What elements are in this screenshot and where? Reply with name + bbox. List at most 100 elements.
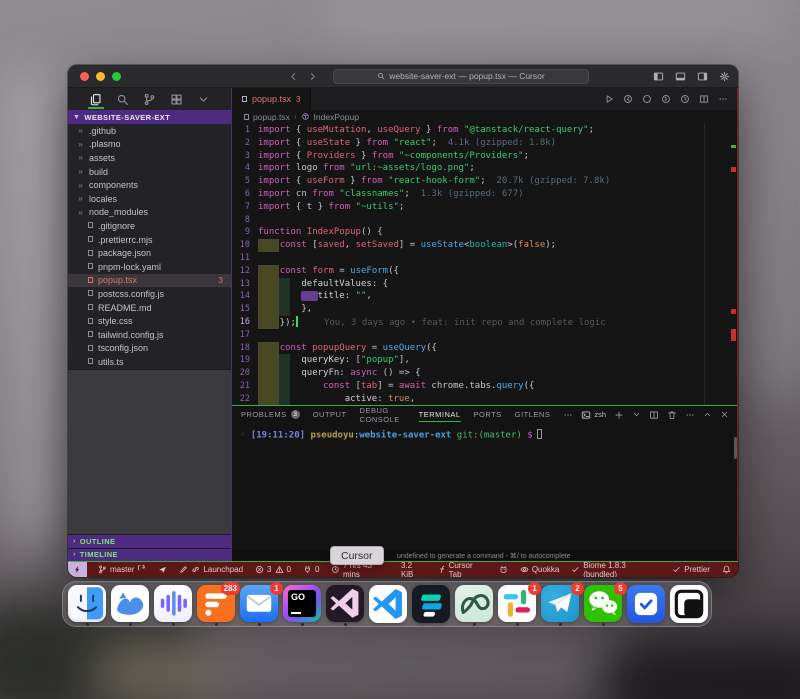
- chevron-down-icon[interactable]: [195, 89, 213, 109]
- dock-item-goland[interactable]: GO: [283, 585, 321, 626]
- maximize-panel-icon[interactable]: [703, 410, 712, 419]
- goland-icon[interactable]: GO: [283, 585, 321, 622]
- code-line-19[interactable]: 19 queryKey: ["popup"],: [232, 354, 738, 367]
- tree-item-build[interactable]: »build: [68, 165, 231, 179]
- code-line-6[interactable]: 6import cn from "classnames"; 1.3k (gzip…: [232, 188, 738, 201]
- section-timeline[interactable]: ›TIMELINE: [68, 548, 231, 562]
- things-icon[interactable]: [627, 585, 665, 623]
- status-prettier[interactable]: Prettier: [671, 562, 711, 577]
- panel-tab-ports[interactable]: PORTS: [474, 406, 502, 423]
- back-arrow-icon[interactable]: [289, 72, 298, 81]
- nav-forward-icon[interactable]: [661, 94, 671, 104]
- minimize-button[interactable]: [96, 72, 105, 81]
- close-panel-icon[interactable]: [720, 410, 729, 419]
- panel-more-icon[interactable]: [685, 410, 695, 420]
- notes-app-icon[interactable]: [670, 585, 708, 623]
- dock-item-notes-app[interactable]: [670, 585, 708, 626]
- dock-item-vscode[interactable]: [369, 585, 407, 626]
- split-editor-icon[interactable]: [699, 94, 709, 104]
- code-editor[interactable]: 1import { useMutation, useQuery } from "…: [232, 123, 738, 405]
- code-line-2[interactable]: 2import { useState } from "react"; 4.1k …: [232, 137, 738, 150]
- fox-app-icon[interactable]: [111, 585, 149, 622]
- vscode-icon[interactable]: [369, 585, 407, 623]
- breadcrumb-symbol[interactable]: IndexPopup: [314, 112, 359, 122]
- tree-item-locales[interactable]: »locales: [68, 192, 231, 206]
- status-notifications[interactable]: [721, 562, 732, 577]
- toggle-right-panel-icon[interactable]: [697, 71, 708, 82]
- section-outline[interactable]: ›OUTLINE: [68, 534, 231, 548]
- tree-item-.gitignore[interactable]: .gitignore: [68, 219, 231, 233]
- status-cursor-tab[interactable]: Cursor Tab: [448, 562, 488, 577]
- status-remote-indicator[interactable]: [68, 562, 87, 577]
- kill-terminal-icon[interactable]: [667, 410, 677, 420]
- code-line-18[interactable]: 18 const popupQuery = useQuery({: [232, 342, 738, 355]
- dock-item-reader-app[interactable]: 283: [197, 585, 235, 626]
- new-terminal-icon[interactable]: [614, 410, 624, 420]
- code-line-9[interactable]: 9function IndexPopup() {: [232, 226, 738, 239]
- code-line-16[interactable]: 16 });You, 3 days ago • feat: init repo …: [232, 316, 738, 329]
- history-icon[interactable]: [680, 94, 690, 104]
- tree-item-utils.ts[interactable]: utils.ts: [68, 355, 231, 369]
- dock-item-slack[interactable]: 1: [498, 585, 536, 626]
- tree-item-style.css[interactable]: style.css: [68, 314, 231, 328]
- nav-back-icon[interactable]: [623, 94, 633, 104]
- status-quokka[interactable]: Quokka: [519, 562, 561, 577]
- circle-icon[interactable]: [642, 94, 652, 104]
- project-header[interactable]: ▼ WEBSITE-SAVER-EXT: [68, 110, 231, 124]
- tree-item-components[interactable]: »components: [68, 178, 231, 192]
- code-line-14[interactable]: 14 title: "",: [232, 290, 738, 303]
- breadcrumb-file[interactable]: popup.tsx: [253, 112, 290, 122]
- panel-tab-output[interactable]: OUTPUT: [313, 406, 347, 423]
- window-title-pill[interactable]: website-saver-ext — popup.tsx — Cursor: [333, 69, 589, 84]
- code-line-17[interactable]: 17: [232, 329, 738, 342]
- run-icon[interactable]: [604, 94, 614, 104]
- terminal-dropdown-icon[interactable]: [632, 410, 641, 419]
- code-line-21[interactable]: 21 const [tab] = await chrome.tabs.query…: [232, 380, 738, 393]
- titlebar[interactable]: website-saver-ext — popup.tsx — Cursor: [68, 65, 738, 88]
- zoom-button[interactable]: [112, 72, 121, 81]
- code-line-5[interactable]: 5import { useForm } from "react-hook-for…: [232, 175, 738, 188]
- breadcrumb[interactable]: popup.tsx › IndexPopup: [232, 110, 738, 123]
- close-button[interactable]: [80, 72, 89, 81]
- dock-item-mail[interactable]: 1: [240, 585, 278, 626]
- code-line-8[interactable]: 8: [232, 214, 738, 227]
- split-terminal-icon[interactable]: [649, 410, 659, 420]
- cursor-icon[interactable]: [326, 585, 364, 622]
- dock-item-audio-app[interactable]: [154, 585, 192, 626]
- tab-popup-tsx[interactable]: popup.tsx 3: [232, 88, 311, 110]
- status-copilot[interactable]: [498, 562, 509, 577]
- dock-item-cursor[interactable]: [326, 585, 364, 626]
- audio-app-icon[interactable]: [154, 585, 192, 622]
- status-problems[interactable]: 30: [254, 562, 292, 577]
- chat-app-icon[interactable]: [455, 585, 493, 622]
- status-git-branch[interactable]: master: [97, 562, 147, 577]
- status-biome[interactable]: Biome 1.8.3 (bundled): [570, 562, 661, 577]
- code-line-10[interactable]: 10 const [saved, setSaved] = useState<bo…: [232, 239, 738, 252]
- search-view-icon[interactable]: [114, 89, 132, 109]
- overview-ruler[interactable]: [731, 123, 736, 405]
- panel-more-icon[interactable]: [563, 410, 573, 420]
- panel-tab-debug-console[interactable]: DEBUG CONSOLE: [360, 406, 406, 423]
- tree-item-node_modules[interactable]: »node_modules: [68, 206, 231, 220]
- panel-tab-gitlens[interactable]: GITLENS: [515, 406, 551, 423]
- tree-item-.plasmo[interactable]: ».plasmo: [68, 138, 231, 152]
- tree-item-pnpm-lock.yaml[interactable]: pnpm-lock.yaml: [68, 260, 231, 274]
- toggle-bottom-panel-icon[interactable]: [675, 71, 686, 82]
- tree-item-.prettierrc.mjs[interactable]: .prettierrc.mjs: [68, 233, 231, 247]
- tree-item-assets[interactable]: »assets: [68, 151, 231, 165]
- warp-icon[interactable]: [412, 585, 450, 623]
- finder-icon[interactable]: [68, 585, 106, 622]
- shell-selector[interactable]: zsh: [581, 410, 606, 420]
- terminal[interactable]: ◦ [19:11:20] pseudoyu:website-saver-ext …: [232, 423, 738, 550]
- code-line-11[interactable]: 11: [232, 252, 738, 265]
- status-ports[interactable]: 0: [302, 562, 320, 577]
- extensions-icon[interactable]: [168, 89, 186, 109]
- dock-item-wechat[interactable]: 5: [584, 585, 622, 626]
- code-line-4[interactable]: 4import logo from "url:~assets/logo.png"…: [232, 162, 738, 175]
- forward-arrow-icon[interactable]: [308, 72, 317, 81]
- toggle-left-panel-icon[interactable]: [653, 71, 664, 82]
- code-line-7[interactable]: 7import { t } from "~utils";: [232, 201, 738, 214]
- more-actions-icon[interactable]: [718, 94, 728, 104]
- code-line-13[interactable]: 13 defaultValues: {: [232, 278, 738, 291]
- code-line-12[interactable]: 12 const form = useForm({: [232, 265, 738, 278]
